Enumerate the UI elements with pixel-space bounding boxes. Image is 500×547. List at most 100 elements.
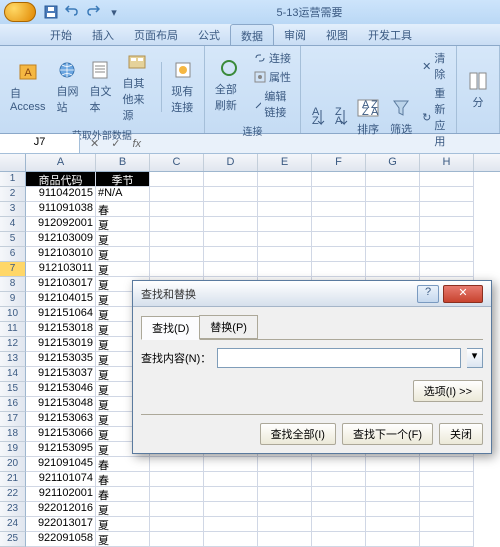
cell[interactable]: 912153019	[26, 337, 96, 352]
cell[interactable]: 921101074	[26, 472, 96, 487]
sort-button[interactable]: AZZA排序	[353, 95, 383, 139]
help-button[interactable]: ?	[417, 285, 439, 303]
find-dropdown-icon[interactable]: ▾	[467, 348, 483, 368]
row-header[interactable]: 16	[0, 397, 26, 412]
row-header[interactable]: 5	[0, 232, 26, 247]
cell[interactable]: 912104015	[26, 292, 96, 307]
row-header[interactable]: 14	[0, 367, 26, 382]
cell[interactable]: 春	[96, 472, 150, 487]
cell[interactable]	[150, 457, 204, 472]
dialog-titlebar[interactable]: 查找和替换 ? ✕	[133, 281, 491, 307]
cell[interactable]	[420, 487, 474, 502]
cell[interactable]: 912103017	[26, 277, 96, 292]
cell[interactable]: 季节	[96, 172, 150, 187]
cell[interactable]	[204, 502, 258, 517]
from-access-button[interactable]: A自 Access	[6, 59, 49, 115]
cell[interactable]	[204, 457, 258, 472]
tab-data[interactable]: 数据	[230, 24, 274, 45]
cell[interactable]	[420, 502, 474, 517]
table-row[interactable]: 25922091058夏	[0, 532, 500, 547]
col-header-f[interactable]: F	[312, 154, 366, 171]
row-header[interactable]: 6	[0, 247, 26, 262]
cell[interactable]	[420, 472, 474, 487]
connections-button[interactable]: 连接	[251, 49, 294, 67]
cell[interactable]	[258, 532, 312, 547]
tab-insert[interactable]: 插入	[82, 24, 124, 45]
office-button[interactable]	[4, 2, 36, 22]
cell[interactable]	[420, 172, 474, 187]
cell[interactable]	[366, 517, 420, 532]
row-header[interactable]: 23	[0, 502, 26, 517]
cell[interactable]	[150, 187, 204, 202]
fx-icon[interactable]: fx	[128, 138, 145, 150]
refresh-all-button[interactable]: 全部刷新	[211, 55, 248, 115]
cell[interactable]	[420, 262, 474, 277]
cell[interactable]	[312, 262, 366, 277]
cell[interactable]: 912153066	[26, 427, 96, 442]
tab-formulas[interactable]: 公式	[188, 24, 230, 45]
row-header[interactable]: 2	[0, 187, 26, 202]
col-header-b[interactable]: B	[96, 154, 150, 171]
cell[interactable]: 夏	[96, 247, 150, 262]
row-header[interactable]: 1	[0, 172, 26, 187]
cell[interactable]	[312, 187, 366, 202]
find-input[interactable]	[217, 348, 461, 368]
save-icon[interactable]	[42, 3, 60, 21]
cell[interactable]: 921102001	[26, 487, 96, 502]
cell[interactable]	[204, 472, 258, 487]
cell[interactable]: 911042015	[26, 187, 96, 202]
cell[interactable]: 912153035	[26, 352, 96, 367]
row-header[interactable]: 15	[0, 382, 26, 397]
cell[interactable]	[258, 457, 312, 472]
cell[interactable]	[366, 247, 420, 262]
cell[interactable]: 春	[96, 487, 150, 502]
cell[interactable]	[150, 247, 204, 262]
cell[interactable]	[258, 232, 312, 247]
col-header-g[interactable]: G	[366, 154, 420, 171]
cell[interactable]: 912092001	[26, 217, 96, 232]
cell[interactable]	[258, 487, 312, 502]
cell[interactable]	[366, 262, 420, 277]
cell[interactable]: 夏	[96, 217, 150, 232]
table-row[interactable]: 20921091045春	[0, 457, 500, 472]
col-header-c[interactable]: C	[150, 154, 204, 171]
cell[interactable]: 春	[96, 457, 150, 472]
cell[interactable]	[204, 232, 258, 247]
cell[interactable]	[150, 517, 204, 532]
row-header[interactable]: 7	[0, 262, 26, 277]
cell[interactable]	[312, 457, 366, 472]
sort-za-button[interactable]: ZA	[330, 104, 350, 130]
cell[interactable]	[258, 187, 312, 202]
cell[interactable]	[312, 502, 366, 517]
cell[interactable]	[366, 532, 420, 547]
table-row[interactable]: 5912103009夏	[0, 232, 500, 247]
tab-home[interactable]: 开始	[40, 24, 82, 45]
cell[interactable]	[420, 532, 474, 547]
cell[interactable]	[204, 517, 258, 532]
cell[interactable]: 912153018	[26, 322, 96, 337]
existing-conn-button[interactable]: 现有连接	[167, 57, 198, 117]
cell[interactable]	[150, 532, 204, 547]
cell[interactable]	[204, 532, 258, 547]
row-header[interactable]: 20	[0, 457, 26, 472]
cell[interactable]	[312, 517, 366, 532]
row-header[interactable]: 24	[0, 517, 26, 532]
find-all-button[interactable]: 查找全部(I)	[260, 423, 336, 445]
cell[interactable]	[312, 247, 366, 262]
cell[interactable]	[258, 262, 312, 277]
row-header[interactable]: 13	[0, 352, 26, 367]
row-header[interactable]: 21	[0, 472, 26, 487]
cell[interactable]	[366, 502, 420, 517]
table-row[interactable]: 23922012016夏	[0, 502, 500, 517]
clear-filter-button[interactable]: ✕清除	[419, 49, 450, 83]
edit-links-button[interactable]: 编辑链接	[251, 87, 294, 121]
cell[interactable]: #N/A	[96, 187, 150, 202]
col-header-e[interactable]: E	[258, 154, 312, 171]
cell[interactable]	[312, 172, 366, 187]
row-header[interactable]: 19	[0, 442, 26, 457]
sort-az-button[interactable]: AZ	[307, 104, 327, 130]
qat-dropdown-icon[interactable]: ▾	[105, 3, 123, 21]
cell[interactable]: 夏	[96, 502, 150, 517]
cell[interactable]	[204, 172, 258, 187]
table-row[interactable]: 7912103011夏	[0, 262, 500, 277]
